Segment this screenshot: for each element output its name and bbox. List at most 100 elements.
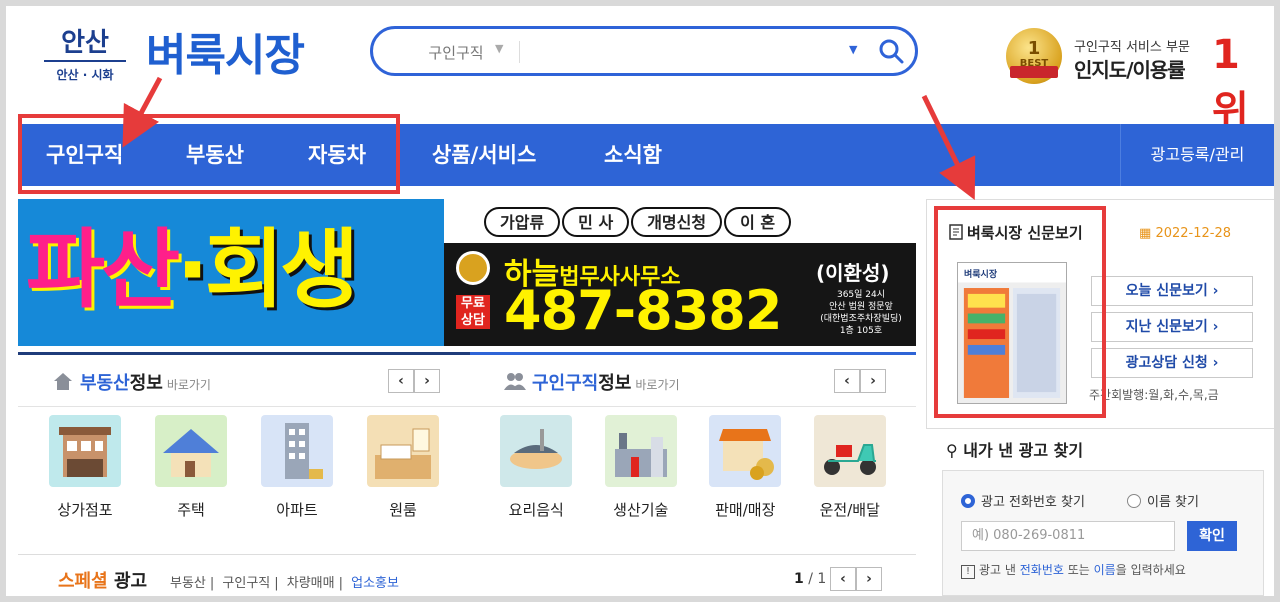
- realestate-panel: 부동산정보 바로가기 ‹ › 상가점포 주택 아파트 원룸: [18, 352, 470, 548]
- nav-item-goods-services[interactable]: 상품/서비스: [432, 124, 536, 186]
- special-ads: 스페셜 광고 부동산 | 구인구직 | 차량매매 | 업소홍보 1 / 1 ‹ ›: [18, 554, 916, 596]
- category-label: 요리음식: [508, 501, 564, 519]
- category-label: 원룸: [389, 501, 417, 519]
- nav-item-news[interactable]: 소식함: [604, 124, 662, 186]
- find-hint: ! 광고 낸 전화번호 또는 이름을 입력하세요: [961, 561, 1186, 579]
- radio-name[interactable]: 이름 찾기: [1127, 491, 1199, 510]
- category-shop[interactable]: 상가점포: [40, 415, 130, 520]
- radio-phone[interactable]: 광고 전화번호 찾기: [961, 491, 1085, 510]
- category-oneroom[interactable]: 원룸: [358, 415, 448, 520]
- banner-word-a: 파산: [26, 220, 180, 320]
- next-arrow-icon[interactable]: ›: [860, 369, 886, 393]
- banner-pills: 가압류 민 사 개명신청 이 혼: [484, 207, 793, 237]
- category-cooking[interactable]: 요리음식: [491, 415, 581, 520]
- banner-phone: 487-8382: [504, 279, 782, 342]
- category-label: 아파트: [276, 501, 318, 519]
- confirm-button[interactable]: 확인: [1187, 521, 1237, 551]
- next-arrow-icon[interactable]: ›: [856, 567, 882, 591]
- special-tab-active[interactable]: 업소홍보: [351, 576, 399, 591]
- info-line: 1층 105호: [839, 326, 883, 336]
- scooter-icon: [813, 415, 886, 487]
- today-paper-button[interactable]: 오늘 신문보기 ›: [1091, 276, 1253, 306]
- special-title-b: 광고: [107, 571, 148, 592]
- prev-arrow-icon[interactable]: ‹: [388, 369, 414, 393]
- prev-arrow-icon[interactable]: ‹: [834, 369, 860, 393]
- search-input[interactable]: [529, 37, 829, 67]
- newspaper-date: ▦ 2022-12-28: [1139, 226, 1231, 241]
- find-ad-title-text: 내가 낸 광고 찾기: [963, 441, 1084, 460]
- category-caret-icon[interactable]: ▼: [495, 42, 503, 55]
- find-ad-box: 광고 전화번호 찾기 이름 찾기 예) 080-269-0811 확인 ! 광고 …: [942, 470, 1264, 596]
- banner-left: 파산·회생: [18, 199, 444, 346]
- radio-name-label: 이름 찾기: [1147, 495, 1199, 510]
- search-icon[interactable]: [877, 37, 905, 65]
- search-dropdown-icon[interactable]: ▼: [849, 43, 857, 56]
- publish-note: 주간회발행:월,화,수,목,금: [1089, 388, 1219, 402]
- jobs-header: 구인구직정보 바로가기 ‹ ›: [470, 355, 916, 407]
- search-category[interactable]: 구인구직: [411, 42, 501, 63]
- city-logo[interactable]: 안산 안산 · 시화: [44, 28, 126, 88]
- special-title: 스페셜 광고: [58, 567, 147, 593]
- banner-dark-panel: 하늘법무사사무소 (이환성) 무료 상담 487-8382 365일 24시 안산…: [444, 243, 916, 346]
- past-paper-button[interactable]: 지난 신문보기 ›: [1091, 312, 1253, 342]
- emblem-icon: [456, 251, 490, 285]
- category-label: 운전/배달: [819, 501, 880, 519]
- hint-e: 을 입력하세요: [1115, 563, 1186, 577]
- ad-register-link[interactable]: 광고등록/관리: [1120, 124, 1274, 186]
- special-tabs: 부동산 | 구인구직 | 차량매매 | 업소홍보: [170, 576, 399, 591]
- next-arrow-icon[interactable]: ›: [414, 369, 440, 393]
- search-divider: [519, 41, 520, 63]
- banner-word-b: 회생: [204, 220, 359, 320]
- exclamation-icon: !: [961, 565, 975, 579]
- special-tab[interactable]: 부동산: [170, 576, 206, 591]
- banner-info: 365일 24시 안산 법원 정문앞 (대한법조주차장빌딩) 1층 105호: [816, 289, 906, 337]
- jobs-pager: ‹ ›: [834, 369, 886, 393]
- hint-c: 또는: [1063, 563, 1094, 577]
- info-line: 365일 24시: [836, 290, 886, 300]
- banner-dot: ·: [176, 220, 209, 320]
- logo-city: 안산: [61, 28, 109, 58]
- ad-consult-button[interactable]: 광고상담 신청 ›: [1091, 348, 1253, 378]
- special-tab[interactable]: 구인구직: [222, 576, 270, 591]
- prev-arrow-icon[interactable]: ‹: [830, 567, 856, 591]
- category-driving[interactable]: 운전/배달: [805, 415, 895, 520]
- title-highlight: 부동산: [80, 373, 130, 394]
- phone-input[interactable]: 예) 080-269-0811: [961, 521, 1175, 551]
- jobs-panel: 구인구직정보 바로가기 ‹ › 요리음식 생산기술 판매/매장 운전/배달: [470, 352, 916, 548]
- title-rest: 정보: [598, 373, 632, 394]
- ribbon-icon: [1010, 66, 1058, 78]
- search-bar: 구인구직 ▼ ▼: [370, 26, 918, 76]
- realestate-title[interactable]: 부동산정보 바로가기: [80, 369, 211, 395]
- info-line: 안산 법원 정문앞: [829, 302, 893, 312]
- brand-logo[interactable]: 벼룩시장: [146, 28, 305, 84]
- category-label: 주택: [177, 501, 205, 519]
- category-house[interactable]: 주택: [146, 415, 236, 520]
- hint-b: 전화번호: [1019, 563, 1064, 577]
- medal-number: 1: [1027, 38, 1041, 59]
- category-apartment[interactable]: 아파트: [252, 415, 342, 520]
- hint-d: 이름: [1093, 563, 1116, 577]
- home-icon: [54, 373, 72, 390]
- apartment-icon: [261, 415, 333, 487]
- banner-headline: 파산·회생: [26, 205, 359, 335]
- banner-right: 가압류 민 사 개명신청 이 혼 하늘법무사사무소 (이환성) 무료 상담 487-83…: [444, 199, 916, 346]
- find-ad-title: ⚲ 내가 낸 광고 찾기: [946, 437, 1083, 461]
- logo-sub: 안산 · 시화: [44, 60, 126, 83]
- jobs-title[interactable]: 구인구직정보 바로가기: [532, 369, 680, 395]
- hint-a: 광고 낸: [979, 563, 1020, 577]
- room-icon: [367, 415, 439, 487]
- page-total: / 1: [808, 571, 827, 587]
- category-sales[interactable]: 판매/매장: [700, 415, 790, 520]
- realestate-header: 부동산정보 바로가기 ‹ ›: [18, 355, 470, 407]
- special-title-a: 스페셜: [58, 571, 108, 592]
- info-line: (대한법조주차장빌딩): [820, 314, 902, 324]
- store-icon: [709, 415, 782, 487]
- title-highlight: 구인구직: [532, 373, 599, 394]
- banner-pill: 개명신청: [631, 207, 723, 237]
- category-production[interactable]: 생산기술: [596, 415, 686, 520]
- special-tab[interactable]: 차량매매: [287, 576, 335, 591]
- category-label: 판매/매장: [715, 501, 776, 519]
- page-frame: 안산 안산 · 시화 벼룩시장 구인구직 ▼ ▼ 1 BEST 구인구직 서비스…: [6, 6, 1274, 596]
- ad-banner[interactable]: 파산·회생 가압류 민 사 개명신청 이 혼 하늘법무사사무소 (이환성) 무료 상담 …: [18, 199, 916, 346]
- annotation-box-newspaper: [934, 206, 1106, 418]
